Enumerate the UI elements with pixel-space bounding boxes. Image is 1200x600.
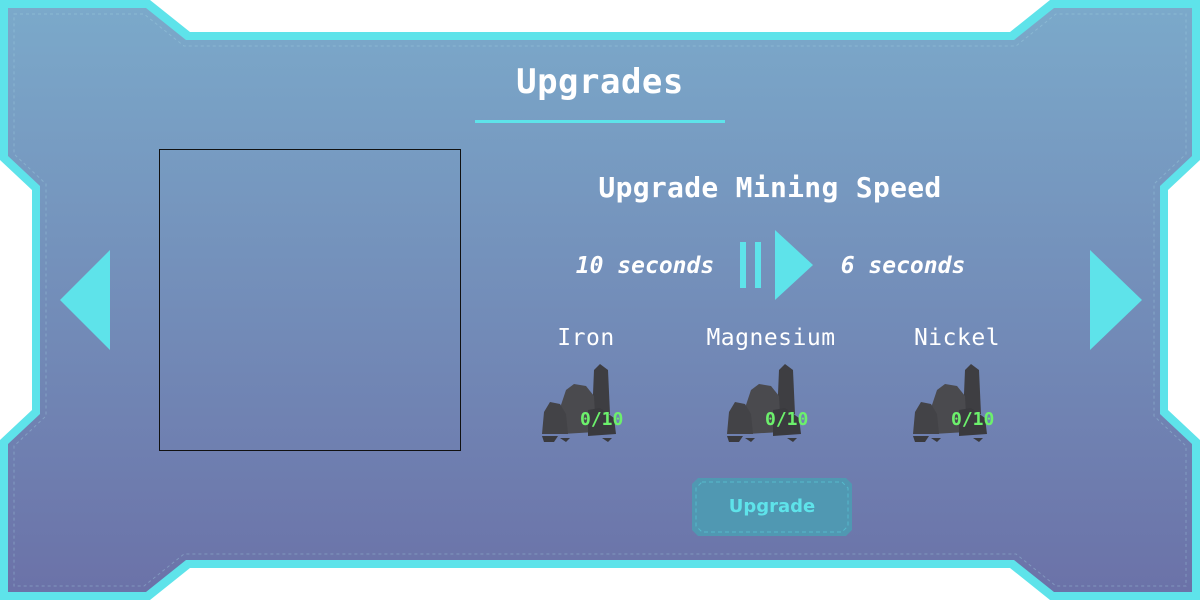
fast-forward-arrow-icon: [740, 230, 813, 300]
resource-count: 0/10: [580, 409, 624, 430]
arrow-right-icon[interactable]: [1088, 248, 1144, 352]
ore-rock-icon: 0/10: [536, 362, 636, 446]
upgrade-preview-box: [159, 149, 461, 451]
upgrade-button-label: Upgrade: [728, 496, 816, 517]
resource-iron: Iron 0/10: [491, 322, 681, 446]
upgraded-speed-value: 6 seconds: [840, 253, 966, 279]
upgrade-name: Upgrade Mining Speed: [598, 171, 942, 204]
resource-magnesium: Magnesium 0/10: [676, 322, 866, 446]
resource-name: Iron: [557, 325, 615, 351]
ore-rock-icon: 0/10: [907, 362, 1007, 446]
arrow-left-icon[interactable]: [58, 248, 114, 352]
resource-count: 0/10: [951, 409, 995, 430]
ore-rock-icon: 0/10: [721, 362, 821, 446]
title-underline: [475, 120, 725, 123]
resource-name: Magnesium: [706, 325, 836, 351]
resource-name: Nickel: [913, 325, 1001, 351]
resource-count: 0/10: [765, 409, 809, 430]
panel-title: Upgrades: [516, 62, 684, 102]
resource-nickel: Nickel 0/10: [862, 322, 1052, 446]
current-speed-value: 10 seconds: [575, 253, 715, 279]
upgrade-button[interactable]: Upgrade: [692, 478, 852, 536]
